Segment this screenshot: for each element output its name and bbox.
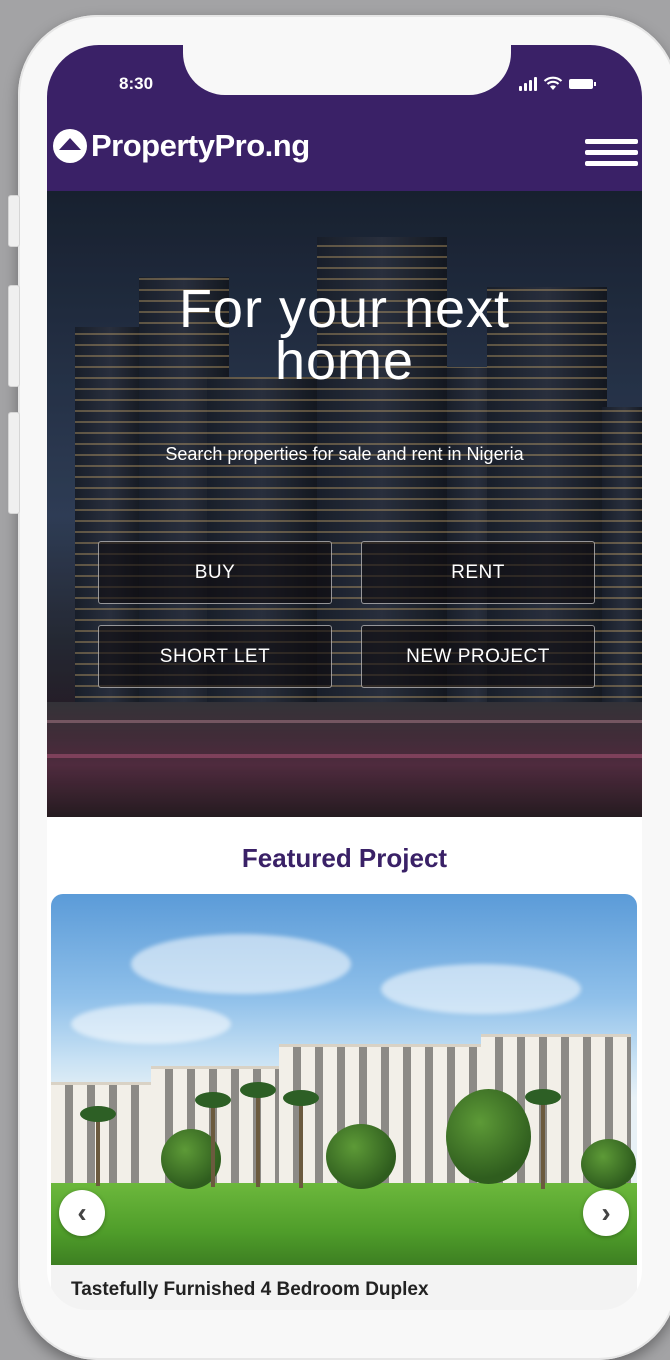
sky-cloud [71, 1004, 231, 1044]
site-logo[interactable]: PropertyPro.ng [53, 128, 310, 164]
palm-tree [525, 1089, 561, 1189]
hero-title-line2: home [274, 331, 415, 391]
palm-tree [80, 1106, 116, 1186]
wifi-icon [543, 76, 563, 90]
hero-title-line1: For your next [178, 279, 511, 339]
hero-title: For your next home [47, 279, 642, 391]
chevron-left-icon: ‹ [77, 1197, 87, 1228]
sky-cloud [381, 964, 581, 1014]
sky-cloud [131, 934, 351, 994]
side-button-volume-down [8, 412, 20, 514]
featured-project-heading: Featured Project [241, 843, 448, 873]
phone-screen: 8:30 PropertyPro.ng For your next home S… [47, 45, 642, 1310]
lawn [51, 1183, 637, 1265]
hero-section: For your next home Search properties for… [47, 191, 642, 817]
side-button-volume-up [8, 285, 20, 387]
logo-house-icon [53, 129, 87, 163]
chevron-right-icon: › [601, 1197, 611, 1228]
featured-project-card[interactable]: ‹ › Tastefully Furnished 4 Bedroom Duple… [51, 894, 637, 1310]
featured-project-image [51, 894, 637, 1265]
buy-button[interactable]: BUY [98, 541, 332, 604]
tree [326, 1124, 396, 1189]
short-let-button[interactable]: SHORT LET [98, 625, 332, 688]
carousel-prev-button[interactable]: ‹ [59, 1190, 105, 1236]
status-time: 8:30 [119, 74, 154, 93]
app-header: PropertyPro.ng [47, 105, 642, 191]
palm-tree [240, 1082, 276, 1187]
rent-button[interactable]: RENT [361, 541, 595, 604]
carousel-next-button[interactable]: › [583, 1190, 629, 1236]
side-button-mute [8, 195, 20, 247]
status-icons [519, 75, 596, 91]
battery-icon [569, 79, 596, 89]
logo-text: PropertyPro.ng [91, 128, 310, 163]
hamburger-menu-icon[interactable] [585, 139, 638, 167]
palm-tree [195, 1092, 231, 1187]
featured-project-caption: Tastefully Furnished 4 Bedroom Duplex [71, 1279, 429, 1300]
new-project-button[interactable]: NEW PROJECT [361, 625, 595, 688]
apartment-building [51, 1082, 161, 1195]
tree [446, 1089, 531, 1184]
phone-notch [183, 45, 511, 95]
hero-subtitle: Search properties for sale and rent in N… [165, 444, 524, 464]
palm-tree [283, 1090, 319, 1188]
signal-icon [519, 77, 537, 91]
tree [581, 1139, 636, 1189]
